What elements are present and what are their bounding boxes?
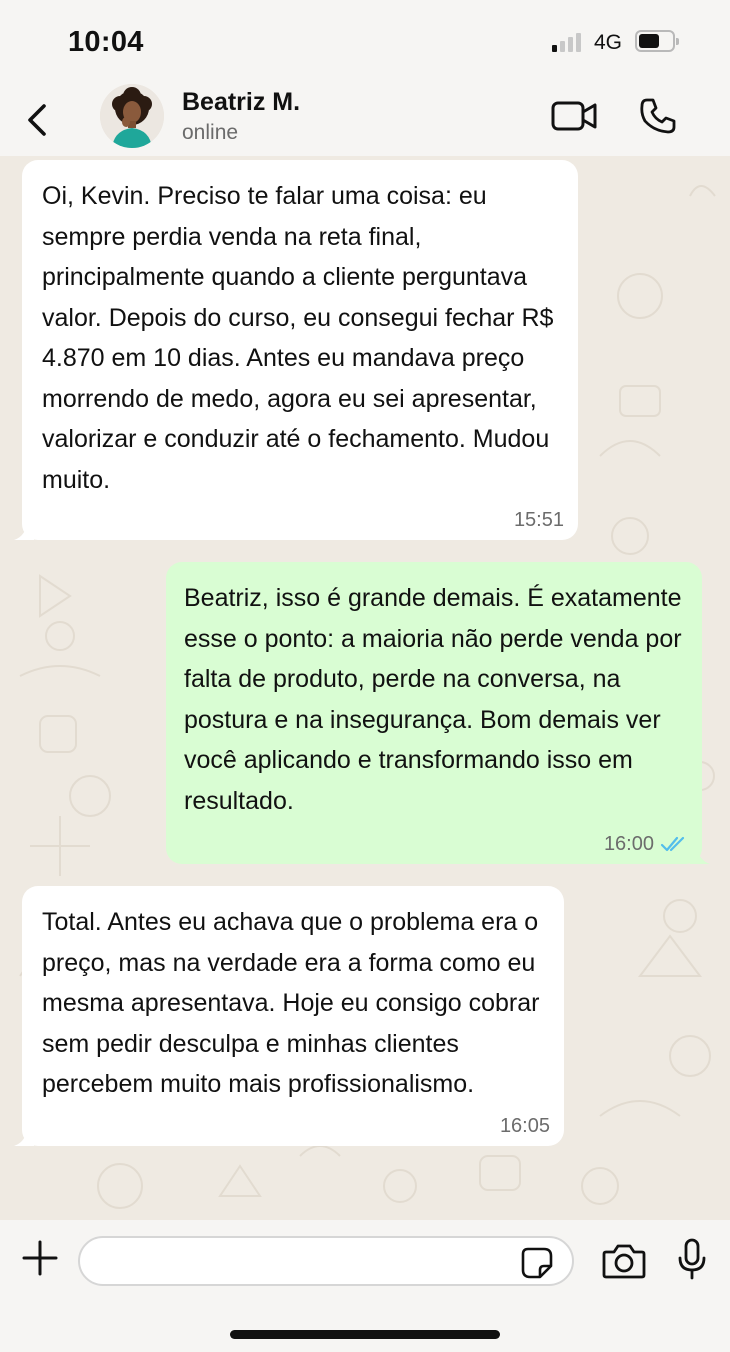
status-bar: 10:04 4G bbox=[0, 0, 730, 80]
message-time: 16:00 bbox=[603, 833, 654, 855]
network-type: 4G bbox=[594, 31, 623, 54]
message-text: Total. Antes eu achava que o problema er… bbox=[42, 908, 540, 1098]
message-time: 16:05 bbox=[499, 1115, 550, 1137]
message-text: Beatriz, isso é grande demais. É exatame… bbox=[184, 584, 682, 815]
message-bubble-outgoing[interactable]: Beatriz, isso é grande demais. É exatame… bbox=[166, 562, 710, 864]
composer-bar bbox=[0, 1220, 730, 1352]
bubble-tail bbox=[690, 844, 710, 864]
message-bubble-incoming[interactable]: Total. Antes eu achava que o problema er… bbox=[14, 886, 564, 1146]
contact-status: online bbox=[182, 121, 239, 144]
double-check-read-icon bbox=[660, 836, 685, 852]
chevron-left-icon[interactable] bbox=[22, 100, 54, 140]
plus-icon[interactable] bbox=[22, 1240, 58, 1276]
battery-icon bbox=[635, 30, 679, 52]
message-time: 15:51 bbox=[513, 509, 564, 531]
home-indicator[interactable] bbox=[230, 1330, 500, 1339]
bubble-tail bbox=[14, 520, 34, 540]
video-call-icon[interactable] bbox=[550, 98, 600, 134]
contact-avatar[interactable] bbox=[100, 84, 164, 148]
contact-name[interactable]: Beatriz M. bbox=[182, 88, 300, 117]
message-text: Oi, Kevin. Preciso te falar uma coisa: e… bbox=[42, 182, 554, 494]
message-bubble-incoming[interactable]: Oi, Kevin. Preciso te falar uma coisa: e… bbox=[14, 160, 578, 540]
chat-header: Beatriz M. online bbox=[0, 80, 730, 156]
microphone-icon[interactable] bbox=[676, 1238, 708, 1280]
message-input[interactable] bbox=[78, 1236, 574, 1286]
bubble-tail bbox=[14, 1126, 34, 1146]
message-meta: 16:00 bbox=[604, 832, 688, 856]
sticker-icon[interactable] bbox=[520, 1246, 554, 1280]
camera-icon[interactable] bbox=[602, 1242, 646, 1280]
signal-strength-icon bbox=[552, 32, 584, 52]
message-meta: 15:51 bbox=[514, 508, 564, 532]
chat-area[interactable]: Oi, Kevin. Preciso te falar uma coisa: e… bbox=[0, 156, 730, 1220]
message-meta: 16:05 bbox=[500, 1114, 550, 1138]
phone-icon[interactable] bbox=[638, 96, 678, 136]
status-time: 10:04 bbox=[68, 26, 144, 58]
